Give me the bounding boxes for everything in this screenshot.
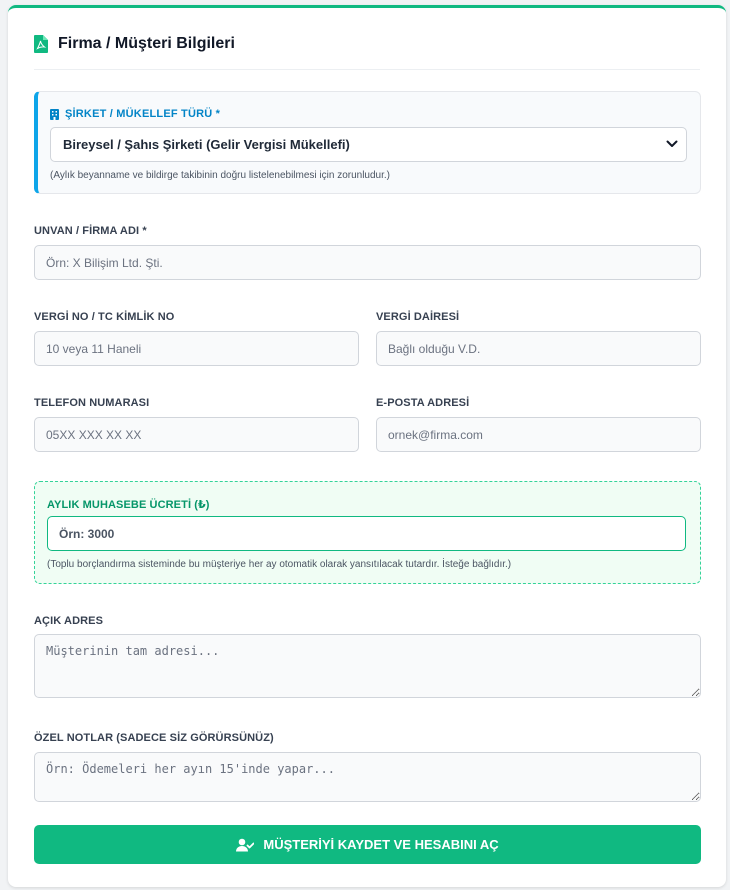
company-type-label: ŞİRKET / MÜKELLEF TÜRÜ * — [50, 108, 220, 120]
tax-office-label: VERGİ DAİRESİ — [376, 311, 460, 323]
building-icon — [50, 108, 59, 120]
address-label: AÇIK ADRES — [34, 615, 104, 627]
save-customer-button-label: MÜŞTERİYİ KAYDET VE HESABINI AÇ — [263, 837, 499, 852]
save-customer-button[interactable]: MÜŞTERİYİ KAYDET VE HESABINI AÇ — [34, 825, 701, 864]
company-type-selected: Bireysel / Şahıs Şirketi (Gelir Vergisi … — [63, 137, 350, 152]
notes-textarea[interactable] — [34, 752, 701, 802]
tax-no-label: VERGİ NO / TC KİMLİK NO — [34, 311, 175, 323]
address-textarea[interactable] — [34, 634, 701, 698]
email-label: E-POSTA ADRESİ — [376, 397, 470, 409]
phone-input[interactable] — [34, 417, 359, 452]
monthly-fee-label: AYLIK MUHASEBE ÜCRETİ (₺) — [47, 499, 210, 511]
company-type-label-text: ŞİRKET / MÜKELLEF TÜRÜ * — [65, 108, 221, 120]
tax-no-input[interactable] — [34, 331, 359, 366]
company-title-input[interactable] — [34, 245, 701, 280]
monthly-fee-section: AYLIK MUHASEBE ÜCRETİ (₺) (Toplu borçlan… — [34, 481, 701, 584]
company-type-select[interactable]: Bireysel / Şahıs Şirketi (Gelir Vergisi … — [50, 127, 687, 162]
customer-form-card: Firma / Müşteri Bilgileri ŞİRKET / MÜKEL… — [8, 5, 726, 887]
chevron-down-icon — [666, 140, 678, 147]
company-type-section: ŞİRKET / MÜKELLEF TÜRÜ * Bireysel / Şahı… — [34, 91, 701, 194]
card-header: Firma / Müşteri Bilgileri — [34, 34, 700, 70]
tax-office-input[interactable] — [376, 331, 701, 366]
page-title: Firma / Müşteri Bilgileri — [58, 35, 235, 52]
monthly-fee-hint: (Toplu borçlandırma sisteminde bu müşter… — [47, 559, 512, 570]
user-check-icon — [236, 838, 255, 851]
phone-label: TELEFON NUMARASI — [34, 397, 150, 409]
file-pdf-icon — [34, 35, 48, 53]
monthly-fee-input[interactable] — [47, 516, 686, 551]
company-type-hint: (Aylık beyanname ve bildirge takibinin d… — [50, 170, 390, 181]
email-input[interactable] — [376, 417, 701, 452]
title-label: UNVAN / FİRMA ADI * — [34, 225, 147, 237]
notes-label: ÖZEL NOTLAR (SADECE SİZ GÖRÜRSÜNÜZ) — [34, 732, 274, 744]
